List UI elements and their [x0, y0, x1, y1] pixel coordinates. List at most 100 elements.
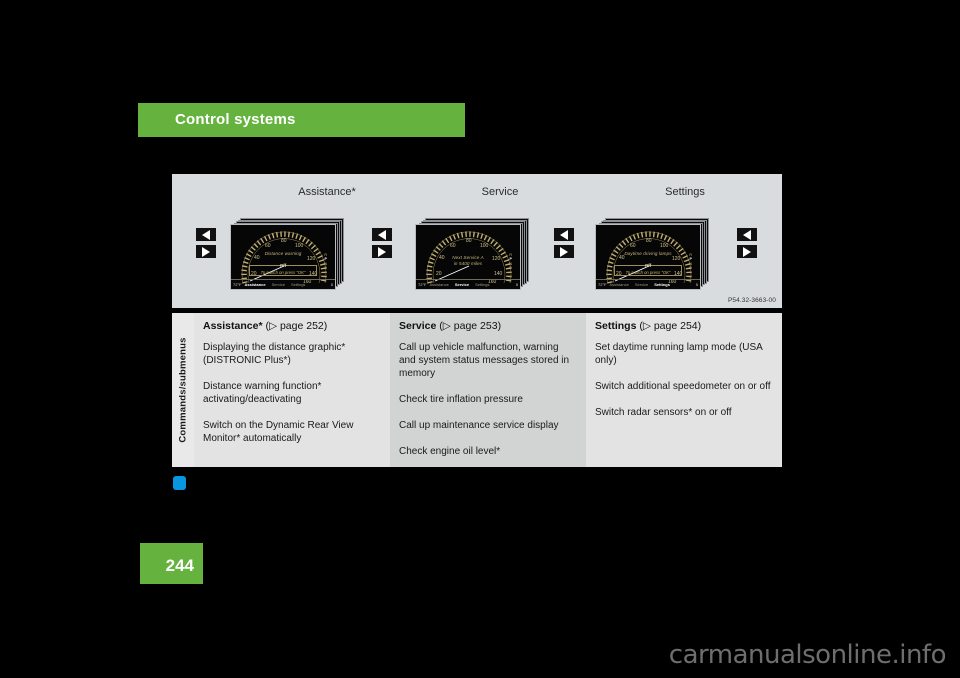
cluster-gear-indicator: RPND [689, 253, 692, 271]
cluster-menubar-assistance[interactable]: 72°F Assistance Service Settings 5 [231, 279, 335, 289]
svg-text:100: 100 [480, 243, 489, 249]
table-header-assistance-pageref: (▷ page 252) [265, 320, 328, 332]
cluster-gear-value: 5 [695, 282, 698, 287]
table-header-assistance: Assistance* (▷ page 252) [203, 320, 381, 332]
watermark: carmanualsonline.info [668, 640, 947, 670]
instrument-cluster-assistance[interactable]: 20 40 60 80 100 120 140 160 Distance war… [230, 224, 336, 290]
table-side-label-text: Commands/submenus [177, 337, 189, 443]
table-header-settings-pageref: (▷ page 254) [639, 320, 702, 332]
nav-arrows-2[interactable] [372, 228, 392, 262]
table-column-assistance: Assistance* (▷ page 252) Displaying the … [194, 313, 390, 467]
svg-text:20: 20 [436, 271, 442, 277]
cluster-title-settings: Daytime driving lamps [624, 251, 672, 256]
svg-text:120: 120 [307, 256, 316, 262]
cluster-temp: 72°F [598, 282, 607, 287]
cluster-stack-settings: 20 40 60 80 100 120 140 160 Daytime driv… [595, 218, 713, 294]
cluster-state-assistance: Off [279, 263, 287, 268]
cluster-stack-assistance: 20 40 60 80 100 120 140 160 Distance war… [230, 218, 348, 294]
cluster-gear-value: 5 [515, 282, 518, 287]
nav-left-button-4[interactable] [737, 228, 757, 241]
figure-label-assistance: Assistance* [298, 186, 356, 198]
table-side-label: Commands/submenus [172, 313, 194, 467]
cluster-menu-settings[interactable]: Settings [472, 282, 492, 287]
figure-label-service: Service [481, 186, 519, 198]
table-cell: Switch additional speedometer on or off [595, 381, 771, 392]
svg-text:100: 100 [295, 243, 304, 249]
table-header-service-pageref: (▷ page 253) [439, 320, 502, 332]
figure-panel: Assistance* Service Settings 20 40 60 80… [172, 174, 782, 308]
arrow-left-icon [743, 229, 751, 240]
instrument-cluster-settings[interactable]: 20 40 60 80 100 120 140 160 Daytime driv… [595, 224, 701, 290]
cluster-menu-service[interactable]: Service [632, 282, 651, 287]
instrument-cluster-service[interactable]: 20 40 60 80 100 120 140 160 Next Service… [415, 224, 521, 290]
table-column-service: Service (▷ page 253) Call up vehicle mal… [390, 313, 586, 467]
arrow-right-icon [743, 246, 751, 257]
table-cell: Displaying the distance graphic* (DISTRO… [203, 342, 346, 366]
nav-right-button-2[interactable] [372, 245, 392, 258]
cluster-gear-value: 5 [330, 282, 333, 287]
table-cell: Set daytime running lamp mode (USA only) [595, 342, 763, 366]
svg-text:100: 100 [660, 243, 669, 249]
blue-bullet-marker [173, 476, 186, 490]
cluster-hint-settings: To switch on press "OK" [625, 269, 671, 275]
nav-right-button-1[interactable] [196, 245, 216, 258]
arrow-right-icon [202, 246, 210, 257]
cluster-title-assistance: Distance warning [264, 251, 302, 256]
figure-column-labels: Assistance* Service Settings [172, 186, 782, 202]
arrow-right-icon [378, 246, 386, 257]
cluster-menu-settings[interactable]: Settings [651, 282, 673, 287]
cluster-state-service: in 5400 miles [453, 261, 483, 266]
svg-text:80: 80 [646, 238, 652, 244]
nav-right-button-4[interactable] [737, 245, 757, 258]
table-header-assistance-title: Assistance* [203, 320, 263, 332]
table-cell: Call up maintenance service display [399, 420, 559, 431]
cluster-gear-indicator: RPND [324, 253, 327, 271]
svg-text:60: 60 [630, 243, 636, 249]
svg-text:60: 60 [450, 243, 456, 249]
nav-arrows-4[interactable] [737, 228, 757, 262]
page-number: 244 [165, 556, 194, 575]
commands-table: Commands/submenus Assistance* (▷ page 25… [172, 313, 782, 467]
svg-text:60: 60 [265, 243, 271, 249]
figure-reference-code: P54.32-3663-00 [727, 297, 776, 304]
cluster-menu-service[interactable]: Service [269, 282, 288, 287]
table-cell: Check engine oil level* [399, 446, 501, 457]
arrow-right-icon [560, 246, 568, 257]
table-header-settings-title: Settings [595, 320, 637, 332]
nav-left-button-2[interactable] [372, 228, 392, 241]
table-header-service: Service (▷ page 253) [399, 320, 577, 332]
page-number-box: 244 [140, 543, 203, 584]
arrow-left-icon [560, 229, 568, 240]
nav-left-button-3[interactable] [554, 228, 574, 241]
figure-label-settings: Settings [665, 186, 705, 198]
arrow-left-icon [378, 229, 386, 240]
cluster-menu-assistance[interactable]: Assistance [607, 282, 632, 287]
arrow-left-icon [202, 229, 210, 240]
cluster-stack-service: 20 40 60 80 100 120 140 160 Next Service… [415, 218, 533, 294]
cluster-menu-service[interactable]: Service [452, 282, 472, 287]
table-cell: Switch on the Dynamic Rear View Monitor*… [203, 420, 354, 444]
table-cell: Call up vehicle malfunction, warning and… [399, 342, 570, 379]
cluster-menu-settings[interactable]: Settings [288, 282, 308, 287]
nav-arrows-1[interactable] [196, 228, 216, 262]
svg-text:140: 140 [494, 271, 503, 277]
page-title: Control systems [175, 111, 296, 128]
table-cell: Check tire inflation pressure [399, 394, 523, 405]
cluster-menu-assistance[interactable]: Assistance [242, 282, 269, 287]
nav-left-button-1[interactable] [196, 228, 216, 241]
table-column-settings: Settings (▷ page 254) Set daytime runnin… [586, 313, 782, 467]
cluster-hint-assistance: To switch on press "OK" [260, 269, 306, 275]
svg-text:120: 120 [672, 256, 681, 262]
nav-right-button-3[interactable] [554, 245, 574, 258]
cluster-menubar-settings[interactable]: 72°F Assistance Service Settings 5 [596, 279, 700, 289]
cluster-menubar-service[interactable]: 72°F Assistance Service Settings 5 [416, 279, 520, 289]
svg-text:80: 80 [466, 238, 472, 244]
table-header-service-title: Service [399, 320, 437, 332]
table-cell: Switch radar sensors* on or off [595, 407, 732, 418]
table-cell: Distance warning function* activating/de… [203, 381, 322, 405]
nav-arrows-3[interactable] [554, 228, 574, 262]
cluster-title-service: Next Service A [452, 255, 484, 260]
cluster-temp: 72°F [233, 282, 242, 287]
cluster-menu-assistance[interactable]: Assistance [427, 282, 452, 287]
table-header-settings: Settings (▷ page 254) [595, 320, 773, 332]
